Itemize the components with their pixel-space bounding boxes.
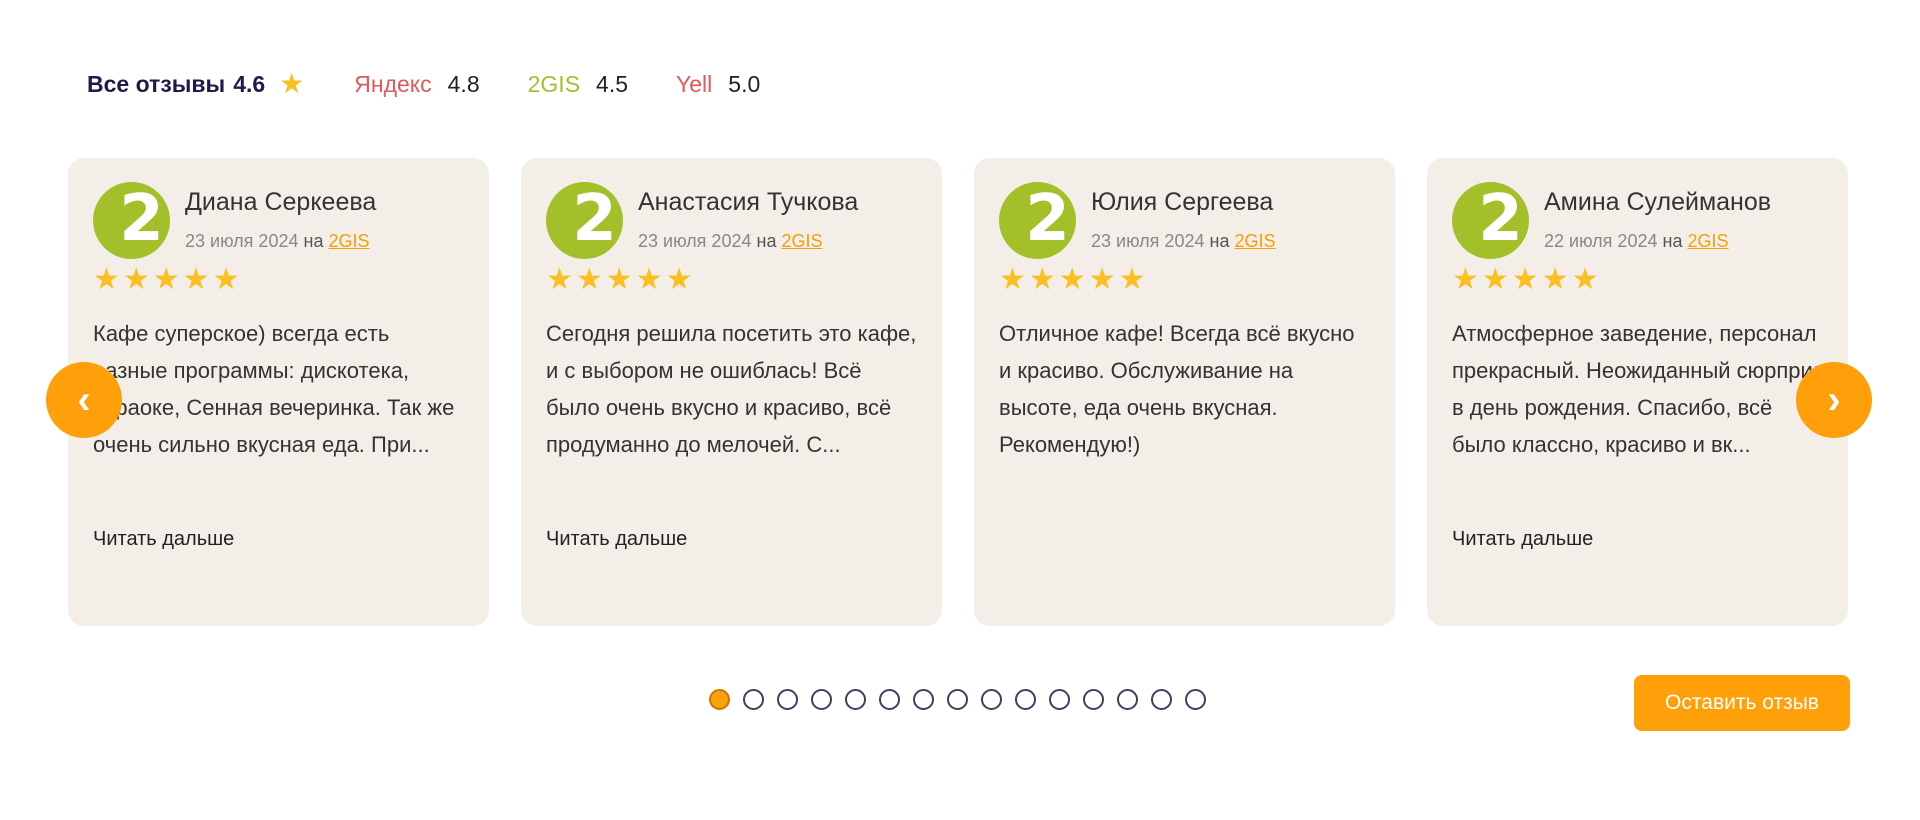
avatar-glyph: 2 (1478, 182, 1523, 256)
pagination-dot[interactable] (1049, 689, 1070, 710)
review-author: Диана Серкеева (185, 188, 377, 216)
pagination-dot[interactable] (777, 689, 798, 710)
ratings-bar: Все отзывы 4.6 ★ Яндекс 4.8 2GIS 4.5 Yel… (87, 62, 808, 106)
review-source-link[interactable]: 2GIS (1687, 231, 1728, 251)
review-author: Анастасия Тучкова (638, 188, 859, 216)
pagination-dot[interactable] (1151, 689, 1172, 710)
rating-yandex-value: 4.8 (447, 70, 480, 97)
carousel-pagination (709, 689, 1206, 710)
star-icon: ★ (279, 68, 305, 99)
review-source-link[interactable]: 2GIS (1234, 231, 1275, 251)
review-card-header: 2 Юлия Сергеева 23 июля 2024 на 2GIS (999, 182, 1371, 259)
star-rating-icon: ★★★★★ (999, 263, 1149, 296)
rating-yell-name: Yell (676, 70, 713, 97)
pagination-dot[interactable] (947, 689, 968, 710)
review-meta: 23 июля 2024 на 2GIS (638, 231, 858, 252)
review-author: Амина Сулейманов (1544, 188, 1772, 216)
rating-yell-value: 5.0 (728, 70, 761, 97)
review-meta: 23 июля 2024 на 2GIS (1091, 231, 1276, 252)
read-more-link[interactable]: Читать дальше (546, 528, 687, 551)
rating-all-value: 4.6 (233, 70, 266, 97)
review-card: 2 Амина Сулейманов 22 июля 2024 на 2GIS … (1427, 158, 1848, 626)
pagination-dot[interactable] (1083, 689, 1104, 710)
review-text: Отличное кафе! Всегда всё вкусно и краси… (999, 321, 1355, 457)
review-meta-block: Юлия Сергеева 23 июля 2024 на 2GIS (1091, 182, 1276, 252)
pagination-dot[interactable] (1015, 689, 1036, 710)
review-meta: 23 июля 2024 на 2GIS (185, 231, 376, 252)
rating-yell[interactable]: Yell 5.0 (676, 71, 760, 98)
pagination-dot[interactable] (743, 689, 764, 710)
review-on: на (1209, 231, 1230, 251)
review-card-header: 2 Диана Серкеева 23 июля 2024 на 2GIS (93, 182, 465, 259)
rating-all-label: Все отзывы (87, 70, 226, 97)
avatar-glyph: 2 (572, 182, 617, 256)
pagination-dot[interactable] (1185, 689, 1206, 710)
reviews-section: Все отзывы 4.6 ★ Яндекс 4.8 2GIS 4.5 Yel… (0, 0, 1920, 820)
pagination-dot[interactable] (913, 689, 934, 710)
pagination-dot[interactable] (845, 689, 866, 710)
star-rating-icon: ★★★★★ (1452, 263, 1602, 296)
review-date: 22 июля 2024 (1544, 231, 1658, 251)
pagination-dot[interactable] (1117, 689, 1138, 710)
review-meta: 22 июля 2024 на 2GIS (1544, 231, 1771, 252)
review-text: Сегодня решила посетить это кафе, и с вы… (546, 321, 917, 457)
pagination-dot[interactable] (981, 689, 1002, 710)
review-card: 2 Анастасия Тучкова 23 июля 2024 на 2GIS… (521, 158, 942, 626)
pagination-dot[interactable] (879, 689, 900, 710)
review-card-header: 2 Амина Сулейманов 22 июля 2024 на 2GIS (1452, 182, 1824, 259)
pagination-dot[interactable] (709, 689, 730, 710)
review-on: на (303, 231, 324, 251)
avatar-glyph: 2 (1025, 182, 1070, 256)
2gis-avatar-icon: 2 (546, 182, 623, 259)
prev-arrow-icon[interactable]: ‹ (46, 362, 122, 438)
rating-yandex[interactable]: Яндекс 4.8 (354, 71, 479, 98)
read-more-link[interactable]: Читать дальше (1452, 528, 1593, 551)
review-date: 23 июля 2024 (185, 231, 299, 251)
review-date: 23 июля 2024 (638, 231, 752, 251)
review-meta-block: Анастасия Тучкова 23 июля 2024 на 2GIS (638, 182, 858, 252)
review-on: на (1662, 231, 1683, 251)
review-cards: 2 Диана Серкеева 23 июля 2024 на 2GIS ★★… (68, 158, 1848, 626)
rating-2gis[interactable]: 2GIS 4.5 (528, 71, 628, 98)
rating-2gis-name: 2GIS (527, 70, 581, 97)
leave-review-button[interactable]: Оставить отзыв (1634, 675, 1850, 731)
star-rating-icon: ★★★★★ (93, 263, 243, 296)
rating-2gis-value: 4.5 (596, 70, 629, 97)
review-card: 2 Юлия Сергеева 23 июля 2024 на 2GIS ★★★… (974, 158, 1395, 626)
review-text: Кафе суперское) всегда есть разные прогр… (93, 321, 455, 457)
review-source-link[interactable]: 2GIS (781, 231, 822, 251)
review-text: Атмосферное заведение, персонал прекрасн… (1452, 321, 1823, 457)
star-rating-icon: ★★★★★ (546, 263, 696, 296)
2gis-avatar-icon: 2 (1452, 182, 1529, 259)
2gis-avatar-icon: 2 (93, 182, 170, 259)
review-author: Юлия Сергеева (1091, 188, 1274, 216)
review-card-header: 2 Анастасия Тучкова 23 июля 2024 на 2GIS (546, 182, 918, 259)
pagination-dot[interactable] (811, 689, 832, 710)
review-meta-block: Амина Сулейманов 22 июля 2024 на 2GIS (1544, 182, 1771, 252)
avatar-glyph: 2 (119, 182, 164, 256)
next-arrow-icon[interactable]: › (1796, 362, 1872, 438)
read-more-link[interactable]: Читать дальше (93, 528, 234, 551)
review-card: 2 Диана Серкеева 23 июля 2024 на 2GIS ★★… (68, 158, 489, 626)
review-source-link[interactable]: 2GIS (328, 231, 369, 251)
2gis-avatar-icon: 2 (999, 182, 1076, 259)
review-on: на (756, 231, 777, 251)
rating-yandex-name: Яндекс (354, 70, 432, 97)
review-meta-block: Диана Серкеева 23 июля 2024 на 2GIS (185, 182, 376, 252)
rating-all[interactable]: Все отзывы 4.6 ★ (87, 70, 304, 98)
review-date: 23 июля 2024 (1091, 231, 1205, 251)
